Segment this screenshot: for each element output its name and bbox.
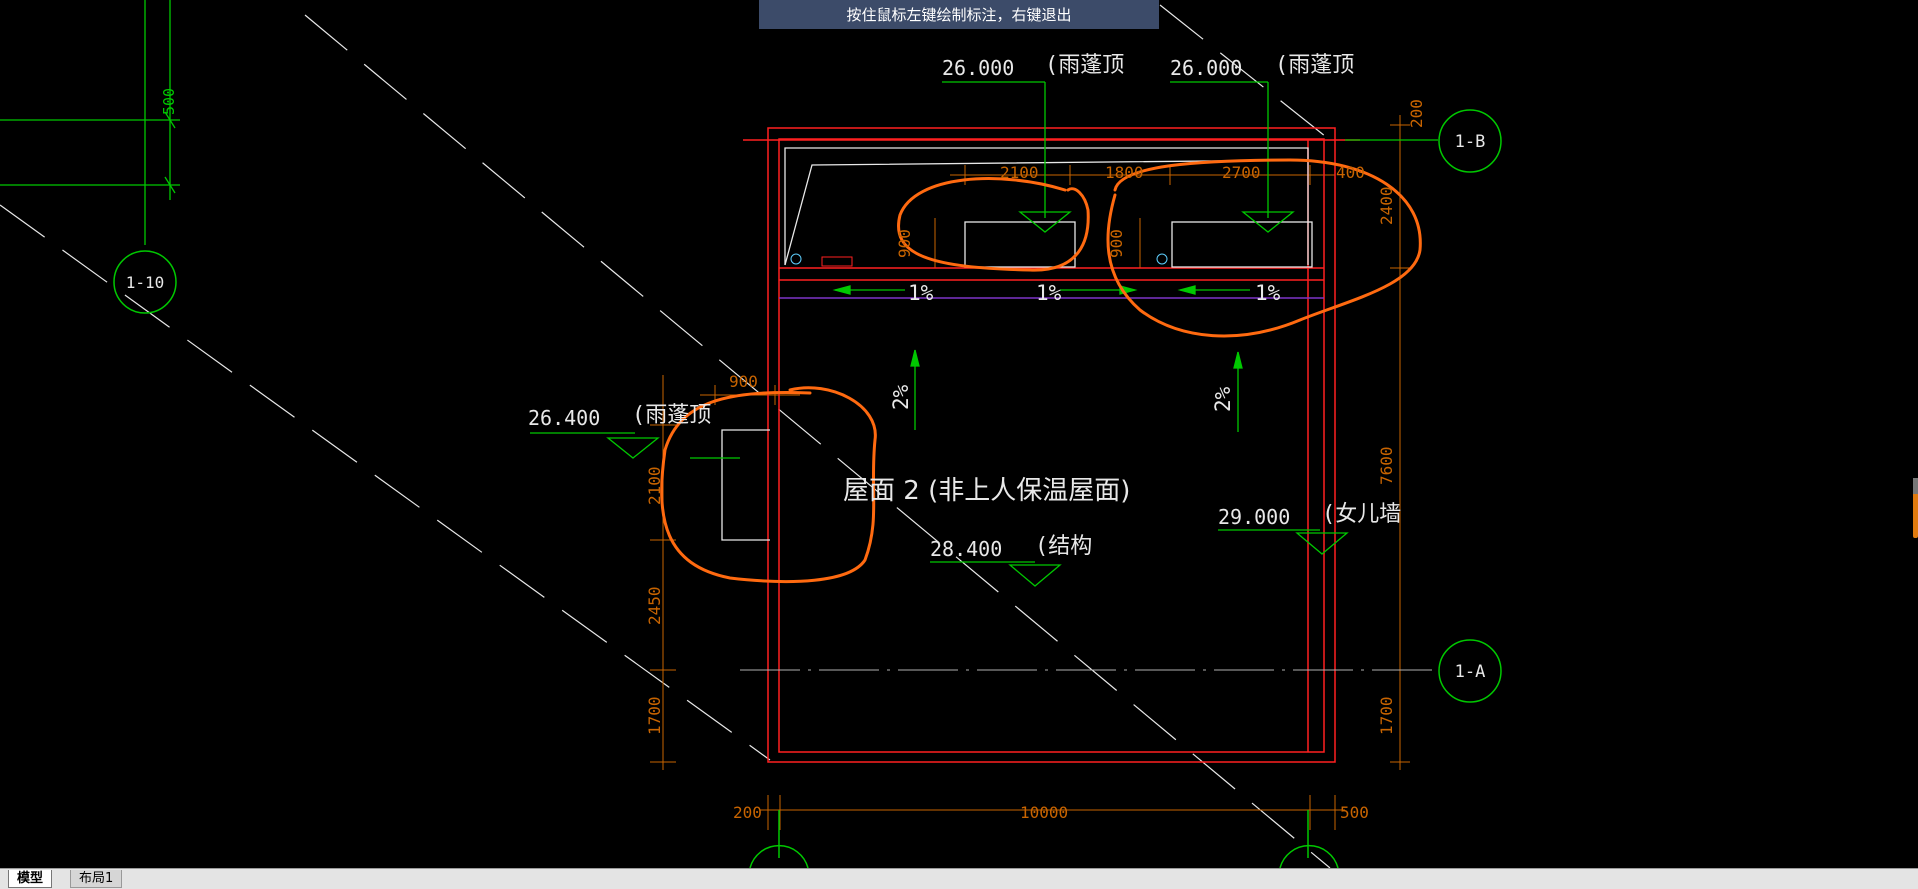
elev-label-4-value: 28.400 xyxy=(930,537,1002,561)
slope-label-1: 1% xyxy=(908,281,934,305)
tab-layout1[interactable]: 布局1 xyxy=(70,870,123,888)
slope-label-2: 1% xyxy=(1036,281,1062,305)
axis-label-1-a: 1-A xyxy=(1455,662,1486,682)
elev-label-3-value: 26.400 xyxy=(528,406,600,430)
dim-900-a: 900 xyxy=(895,229,914,258)
dim-10000: 10000 xyxy=(1020,803,1068,822)
dim-500-left: 500 xyxy=(160,88,178,115)
drain-box xyxy=(821,256,853,267)
dim-1800: 1800 xyxy=(1105,163,1144,182)
dim-200-bottom: 200 xyxy=(733,803,762,822)
elev-label-4-note: (结构 xyxy=(1035,534,1092,559)
dim-2400: 2400 xyxy=(1377,186,1396,225)
elev-label-3-note: (雨蓬顶 xyxy=(632,403,711,428)
axis-bubble-1-a: 1-A xyxy=(740,639,1502,703)
slope-label-3: 1% xyxy=(1255,281,1281,305)
elev-label-5-note: (女儿墙 xyxy=(1322,502,1401,527)
dim-400: 400 xyxy=(1336,163,1365,182)
diagonal-dash-lines xyxy=(0,4,1331,868)
dim-500-bottom: 500 xyxy=(1340,803,1369,822)
dim-2450: 2450 xyxy=(645,586,664,625)
dim-1700-left: 1700 xyxy=(645,696,664,735)
cad-drawing-canvas[interactable]: 500 1-10 1-B 1-A 26.000 (雨蓬顶 26.000 (雨蓬顶… xyxy=(0,0,1918,868)
dimension-labels: 200 2100 1800 2700 400 2400 900 900 900 … xyxy=(645,99,1426,822)
markup-annotations xyxy=(660,158,1422,584)
elev-label-5-value: 29.000 xyxy=(1218,505,1290,529)
scrollbar-thumb-cap xyxy=(1913,478,1918,494)
command-hint-banner: 按住鼠标左键绘制标注，右键退出 xyxy=(759,0,1159,29)
dim-200-top: 200 xyxy=(1407,99,1426,128)
drain-icon-right xyxy=(1156,253,1168,265)
axis-label-1-b: 1-B xyxy=(1455,132,1486,152)
axis-bubble-1-10: 1-10 xyxy=(113,250,177,314)
building-outline xyxy=(743,127,1360,763)
tab-model[interactable]: 模型 xyxy=(8,870,53,888)
dim-7600: 7600 xyxy=(1377,446,1396,485)
grid-line-group-left xyxy=(0,0,180,245)
dim-900-c: 900 xyxy=(729,372,758,391)
elev-label-1-note: (雨蓬顶 xyxy=(1045,53,1124,78)
elev-label-2-value: 26.000 xyxy=(1170,56,1242,80)
elev-label-1-value: 26.000 xyxy=(942,56,1014,80)
layout-tab-bar: 模型 布局1 xyxy=(0,868,1918,889)
slope-labels: 1% 1% 1% 2% 2% xyxy=(889,281,1281,412)
slope-label-5: 2% xyxy=(1211,386,1235,412)
slope-label-4: 2% xyxy=(889,384,913,410)
axis-label-1-10: 1-10 xyxy=(126,273,165,292)
dim-1700-right: 1700 xyxy=(1377,696,1396,735)
elev-label-2-note: (雨蓬顶 xyxy=(1275,53,1354,78)
room-label: 屋面 2 (非上人保温屋面) xyxy=(843,476,1130,506)
dim-2700: 2700 xyxy=(1222,163,1261,182)
dim-900-b: 900 xyxy=(1107,229,1126,258)
dim-2100-v: 2100 xyxy=(645,466,664,505)
dim-2100: 2100 xyxy=(1000,163,1039,182)
drain-icon-left xyxy=(790,253,802,265)
